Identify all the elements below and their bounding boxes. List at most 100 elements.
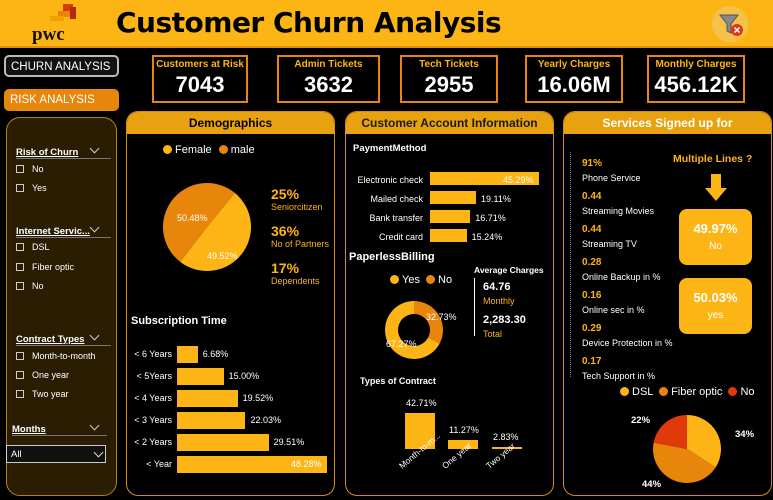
service-value: 0.16 [582, 290, 602, 301]
bar [430, 210, 471, 223]
pie-label-dsl: 34% [735, 429, 755, 440]
contract-option-monthly[interactable]: Month-to-month [16, 351, 96, 361]
chevron-down-icon [93, 447, 104, 458]
bar-value-label: 16.71% [475, 213, 506, 223]
checkbox[interactable] [16, 263, 24, 271]
checkbox[interactable] [16, 371, 24, 379]
checkbox[interactable] [16, 352, 24, 360]
risk-option-no[interactable]: No [16, 164, 44, 174]
internet-option-no[interactable]: No [16, 281, 44, 291]
bar [177, 412, 246, 429]
card-value: 50.03% [693, 290, 738, 305]
bar-value-label: 29.51% [273, 437, 305, 447]
legend-label: DSL [632, 386, 653, 398]
option-label: No [32, 164, 44, 174]
card-label: No [709, 241, 722, 252]
chevron-down-icon[interactable] [89, 420, 100, 431]
checkbox[interactable] [16, 282, 24, 290]
internet-option-dsl[interactable]: DSL [16, 242, 50, 252]
clear-filter-button[interactable] [712, 6, 748, 42]
service-value: 91% [582, 158, 603, 169]
bar [430, 229, 467, 242]
legend-dot [218, 145, 228, 154]
stat-label: No of Partners [271, 239, 330, 249]
funnel-clear-icon [718, 14, 743, 36]
bar-category-label: < 3 Years [134, 415, 172, 425]
bar-value-label: 22.03% [250, 415, 281, 425]
checkbox[interactable] [16, 390, 24, 398]
stat-label: Dependents [271, 276, 320, 286]
legend-label: No [740, 386, 755, 398]
pie-label-female: 49.52% [207, 251, 238, 261]
service-value: 0.28 [582, 257, 602, 268]
kpi-label: Admin Tickets [294, 59, 363, 70]
contract-option-two-year[interactable]: Two year [16, 389, 69, 399]
divider [16, 345, 111, 346]
months-select[interactable]: All [6, 445, 106, 463]
risk-analysis-button[interactable]: RISK ANALYSIS [4, 89, 119, 111]
option-label: No [32, 281, 44, 291]
paperless-donut-chart: 32.73% 67.27% [385, 301, 457, 359]
card-value: 49.97% [693, 221, 738, 236]
bar-category-label: Mailed check [370, 194, 423, 204]
kpi-value: 2955 [424, 72, 474, 97]
option-label: One year [32, 370, 70, 380]
chevron-down-icon[interactable] [89, 143, 100, 154]
bar-value-label: 15.00% [228, 371, 260, 381]
pwc-logo: pwc [30, 2, 90, 46]
bar [177, 368, 224, 385]
donut-slice-no [414, 301, 443, 344]
bar-category-label: < 6 Years [134, 349, 172, 359]
pie-label-fiber: 44% [642, 479, 662, 490]
gender-legend: Female male [163, 144, 255, 156]
bar-value-label: 42.71% [406, 398, 437, 408]
kpi-value: 3632 [304, 72, 353, 97]
internet-option-fiber[interactable]: Fiber optic [16, 262, 74, 272]
option-label: DSL [32, 242, 50, 252]
panel-title: Demographics [127, 112, 334, 134]
stat-dependents: 17% Dependents [271, 260, 320, 286]
checkbox[interactable] [16, 184, 24, 192]
bar-value-label: 45.29% [503, 175, 534, 185]
kpi-monthly-charges: Monthly Charges 456.12K [647, 55, 745, 103]
header-bar: pwc Customer Churn Analysis [0, 0, 773, 48]
bar [177, 434, 269, 451]
multiple-lines-title: Multiple Lines ? [673, 153, 753, 165]
kpi-label: Customers at Risk [156, 59, 244, 70]
checkbox[interactable] [16, 165, 24, 173]
donut-label-no: 32.73% [426, 312, 457, 322]
chevron-down-icon[interactable] [89, 330, 100, 341]
services-panel: Services Signed up for 91% Phone Service 0… [563, 111, 772, 496]
stat-value: 17% [271, 260, 300, 276]
kpi-label: Monthly Charges [655, 59, 737, 70]
divider [12, 435, 107, 436]
kpi-admin-tickets: Admin Tickets 3632 [277, 55, 380, 103]
service-label: Tech Support in % [582, 371, 656, 381]
chevron-down-icon[interactable] [89, 222, 100, 233]
legend-dot [728, 387, 738, 396]
stat-value: 25% [271, 186, 300, 202]
internet-filter-title: Internet Servic... [16, 226, 90, 237]
risk-option-yes[interactable]: Yes [16, 183, 47, 193]
account-panel: Customer Account Information PaymentMeth… [345, 111, 554, 496]
bar-value-label: 11.27% [449, 424, 479, 435]
monthly-avg-label: Monthly [483, 296, 515, 306]
card-label: yes [707, 310, 724, 321]
paperless-title: PaperlessBilling [349, 251, 435, 263]
divider [16, 237, 111, 238]
total-avg-value: 2,283.30 [483, 314, 526, 326]
kpi-label: Tech Tickets [419, 59, 479, 70]
bar-category-label: < 2 Years [134, 437, 172, 447]
stat-senior: 25% Seniorcitizen [271, 186, 323, 212]
contract-option-one-year[interactable]: One year [16, 370, 69, 380]
churn-analysis-button[interactable]: CHURN ANALYSIS [4, 55, 119, 77]
kpi-yearly-charges: Yearly Charges 16.06M [525, 55, 623, 103]
service-label: Online Backup in % [582, 272, 661, 282]
checkbox[interactable] [16, 243, 24, 251]
bar-value-label: 19.52% [242, 393, 274, 403]
service-value: 0.44 [582, 191, 602, 202]
donut-label-yes: 67.27% [386, 339, 417, 349]
bar-value-label: 48.28% [291, 459, 322, 469]
bar-value-label: 2.83% [493, 431, 519, 442]
legend-dot [163, 145, 172, 154]
